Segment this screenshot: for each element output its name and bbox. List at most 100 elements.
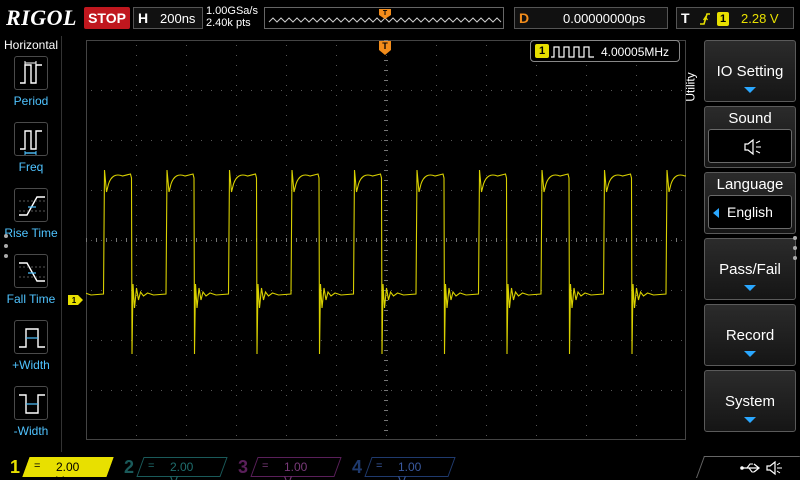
graticule-dot [301,190,302,191]
utility-tab[interactable]: Utility [684,40,704,444]
graticule-tick [384,320,388,321]
waveform-position-bar[interactable]: T [264,7,504,29]
graticule-dot [271,340,272,341]
graticule-dot [486,305,487,306]
graticule-dot [451,390,452,391]
graticule-dot [586,95,587,96]
graticule-tick [384,390,388,391]
graticule-dot [511,90,512,91]
language-button[interactable]: Language English [704,172,796,234]
graticule-dot [521,290,522,291]
measure-rise-time-item[interactable]: Rise Time [0,188,62,252]
graticule-dot [161,90,162,91]
graticule-dot [141,190,142,191]
graticule-dot [681,340,682,341]
measure-freq-item[interactable]: Freq [0,122,62,186]
delay-box[interactable]: D 0.00000000ps [514,7,668,29]
graticule-dot [551,90,552,91]
graticule-dot [336,115,337,116]
graticule-dot [236,345,237,346]
graticule-dot [186,365,187,366]
graticule-dot [191,290,192,291]
graticule-dot [531,190,532,191]
graticule-dot [586,255,587,256]
graticule-dot [501,190,502,191]
trigger-position-icon: T [379,9,391,19]
channel-1-offset-marker[interactable]: 1 [68,294,84,306]
graticule-dot [651,340,652,341]
graticule-dot [536,295,537,296]
graticule-dot [336,325,337,326]
graticule-dot [436,75,437,76]
graticule-dot [421,190,422,191]
graticule-dot [301,340,302,341]
run-stop-indicator[interactable]: STOP [84,7,130,29]
graticule-dot [321,90,322,91]
sound-button[interactable]: Sound [704,106,796,168]
io-setting-button[interactable]: IO Setting [704,40,796,102]
record-button[interactable]: Record [704,304,796,366]
graticule-dot [661,140,662,141]
frequency-counter[interactable]: 1 4.00005MHz [530,40,680,62]
graticule-dot [211,190,212,191]
graticule-dot [101,90,102,91]
graticule-dot [386,415,387,416]
graticule-dot [536,395,537,396]
graticule-tick [384,80,388,81]
graticule-dot [521,140,522,141]
graticule-dot [536,65,537,66]
positive-width-icon [14,320,48,354]
graticule-dot [411,240,412,241]
graticule-dot [286,385,287,386]
waveform-display[interactable] [86,40,686,440]
graticule-dot [436,55,437,56]
graticule-dot [136,375,137,376]
graticule-dot [451,340,452,341]
measure-fall-time-item[interactable]: Fall Time [0,254,62,318]
graticule-dot [236,285,237,286]
measure-positive-width-item[interactable]: +Width [0,320,62,384]
chevron-down-icon [744,87,756,93]
graticule-dot [236,375,237,376]
graticule-dot [586,65,587,66]
graticule-dot [336,365,337,366]
graticule-dot [641,390,642,391]
horizontal-timebase-box[interactable]: H 200ns [133,7,203,29]
graticule-dot [411,290,412,291]
left-menu-title: Horizontal [3,38,59,52]
graticule-dot [536,175,537,176]
graticule-dot [486,195,487,196]
graticule-dot [636,95,637,96]
graticule-tick [384,230,388,231]
graticule-dot [586,125,587,126]
graticule-dot [536,135,537,136]
graticule-tick [384,400,388,401]
freq-label: Freq [18,160,44,174]
usb-icon[interactable] [740,460,762,476]
graticule-dot [671,190,672,191]
graticule-dot [536,415,537,416]
graticule-dot [536,235,537,236]
svg-text:T: T [383,10,388,17]
graticule-dot [591,340,592,341]
graticule-dot [636,345,637,346]
graticule-dot [136,425,137,426]
graticule-dot [286,275,287,276]
graticule-dot [136,325,137,326]
graticule-dot [586,215,587,216]
system-button[interactable]: System [704,370,796,432]
graticule-dot [286,285,287,286]
graticule-dot [586,285,587,286]
trigger-position-marker[interactable]: T [378,40,392,56]
trigger-box[interactable]: T 1 2.28 V [676,7,794,29]
measure-negative-width-item[interactable]: -Width [0,386,62,450]
measure-period-item[interactable]: Period [0,56,62,120]
graticule-dot [501,140,502,141]
graticule-tick [384,420,388,421]
channel-1-coupling-icon: = [34,460,41,472]
pass-fail-button[interactable]: Pass/Fail [704,238,796,300]
graticule-dot [136,185,137,186]
graticule-dot [186,425,187,426]
speaker-mute-icon[interactable] [766,460,784,476]
graticule-dot [281,140,282,141]
